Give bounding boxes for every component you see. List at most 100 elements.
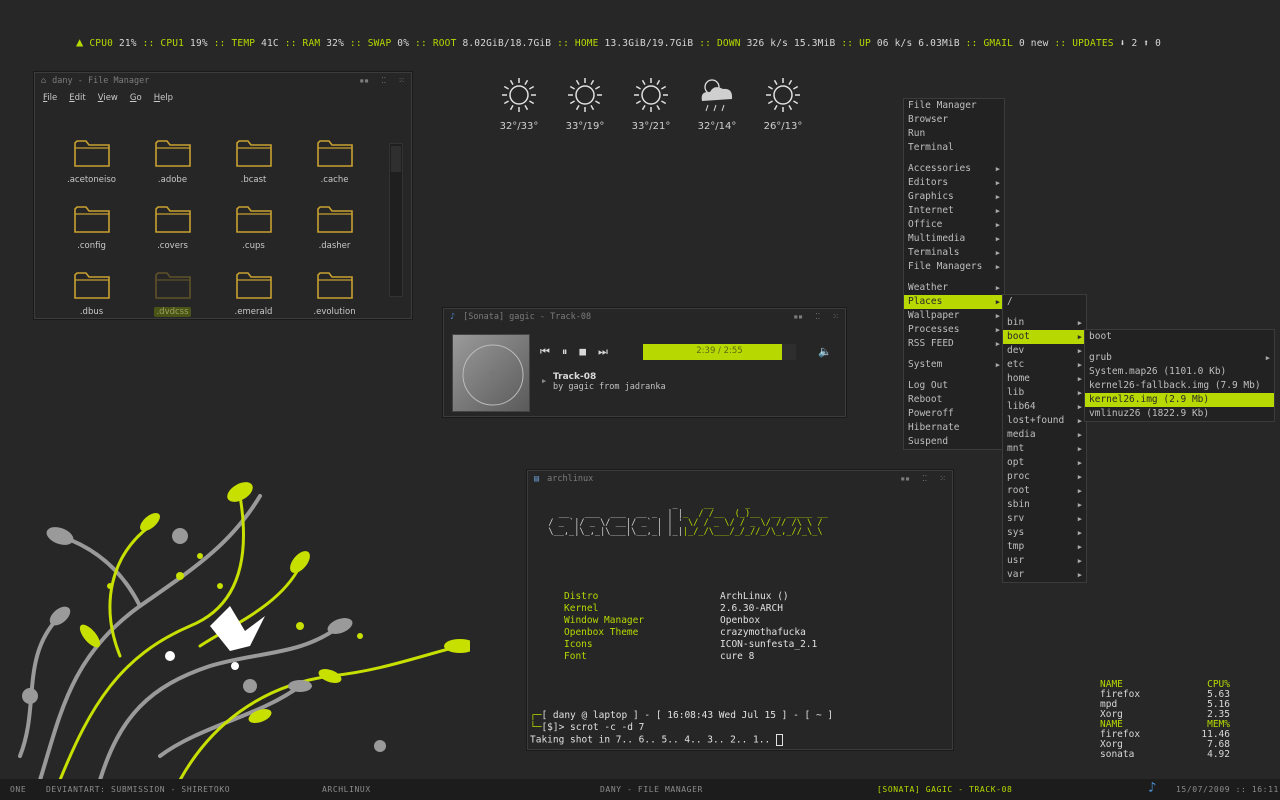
close-icon[interactable]: ⁙ bbox=[832, 312, 839, 321]
folder-item[interactable]: .evolution bbox=[294, 267, 375, 317]
menu-item[interactable]: File Manager bbox=[904, 99, 1004, 113]
menu-item[interactable]: boot bbox=[1085, 330, 1274, 344]
menu-item[interactable]: Weather ▶ bbox=[904, 281, 1004, 295]
folder-item[interactable]: .covers bbox=[132, 201, 213, 251]
file-manager-window[interactable]: ⌂ dany - File Manager ▪▪ ⁚⁚ ⁙ File Edit Vi… bbox=[34, 72, 412, 319]
menu-item[interactable]: proc ▶ bbox=[1003, 470, 1086, 484]
folder-item[interactable]: .emerald bbox=[213, 267, 294, 317]
folder-item[interactable]: .cache bbox=[294, 135, 375, 185]
sonata-window[interactable]: ♪ [Sonata] gagic - Track-08 ▪▪ ⁚⁚ ⁙ ⏮ ⏸ … bbox=[443, 308, 846, 417]
menu-item[interactable]: Multimedia ▶ bbox=[904, 232, 1004, 246]
menu-item[interactable]: opt ▶ bbox=[1003, 456, 1086, 470]
menu-item[interactable]: usr ▶ bbox=[1003, 554, 1086, 568]
menu-item[interactable]: etc ▶ bbox=[1003, 358, 1086, 372]
menu-item[interactable]: / bbox=[1003, 295, 1086, 309]
pause-button[interactable]: ⏸ bbox=[562, 345, 568, 359]
menu-item[interactable]: lost+found ▶ bbox=[1003, 414, 1086, 428]
scrollbar[interactable] bbox=[389, 143, 403, 297]
folder-item[interactable]: .dvdcss bbox=[132, 267, 213, 317]
menu-item[interactable]: sys ▶ bbox=[1003, 526, 1086, 540]
scrollbar-thumb[interactable] bbox=[391, 146, 401, 172]
menu-item[interactable]: lib ▶ bbox=[1003, 386, 1086, 400]
menu-item[interactable]: kernel26.img (2.9 Mb) bbox=[1085, 393, 1274, 407]
menu-item[interactable]: mnt ▶ bbox=[1003, 442, 1086, 456]
terminal-window[interactable]: ▤ archlinux ▪▪ ⁚⁚ ⁙ _ __ _ __ ___ ___ __… bbox=[527, 470, 953, 750]
menu-item[interactable]: Suspend bbox=[904, 435, 1004, 449]
stop-button[interactable]: ■ bbox=[579, 345, 586, 359]
menu-item[interactable]: Poweroff bbox=[904, 407, 1004, 421]
menu-item[interactable]: Internet ▶ bbox=[904, 204, 1004, 218]
menu-item[interactable]: dev ▶ bbox=[1003, 344, 1086, 358]
menu-item[interactable]: kernel26-fallback.img (7.9 Mb) bbox=[1085, 379, 1274, 393]
menu-help[interactable]: Help bbox=[154, 93, 173, 103]
volume-icon[interactable]: 🔈 bbox=[818, 345, 832, 358]
menu-item[interactable]: Terminals ▶ bbox=[904, 246, 1004, 260]
menu-item[interactable]: home ▶ bbox=[1003, 372, 1086, 386]
desktop-name[interactable]: ONE bbox=[10, 785, 26, 794]
openbox-root-menu[interactable]: File Manager Browser Run Terminal Accessorie… bbox=[903, 98, 1005, 450]
previous-track-button[interactable]: ⏮ bbox=[540, 345, 550, 359]
folder-item[interactable]: .bcast bbox=[213, 135, 294, 185]
menu-go[interactable]: Go bbox=[130, 93, 142, 103]
menu-item[interactable]: Terminal bbox=[904, 141, 1004, 155]
menu-item[interactable]: Reboot bbox=[904, 393, 1004, 407]
menu-item[interactable]: Editors ▶ bbox=[904, 176, 1004, 190]
terminal-titlebar[interactable]: ▤ archlinux ▪▪ ⁚⁚ ⁙ bbox=[528, 471, 952, 487]
menu-item[interactable]: Office ▶ bbox=[904, 218, 1004, 232]
expander-arrow-icon[interactable]: ▶ bbox=[542, 377, 546, 385]
menu-item[interactable]: Log Out bbox=[904, 379, 1004, 393]
menu-view[interactable]: View bbox=[98, 93, 118, 103]
menu-edit[interactable]: Edit bbox=[69, 93, 85, 103]
menu-item[interactable]: Wallpaper ▶ bbox=[904, 309, 1004, 323]
sonata-titlebar[interactable]: ♪ [Sonata] gagic - Track-08 ▪▪ ⁚⁚ ⁙ bbox=[444, 309, 845, 325]
task-deviantart[interactable]: DEVIANTART: SUBMISSION - SHIRETOKO bbox=[46, 785, 230, 794]
folder-item[interactable]: .adobe bbox=[132, 135, 213, 185]
menu-item[interactable]: RSS FEED ▶ bbox=[904, 337, 1004, 351]
close-icon[interactable]: ⁙ bbox=[939, 474, 946, 483]
minimize-icon[interactable]: ▪▪ bbox=[359, 76, 369, 85]
menu-item[interactable]: var ▶ bbox=[1003, 568, 1086, 582]
folder-item[interactable]: .config bbox=[51, 201, 132, 251]
menu-item[interactable]: Run bbox=[904, 127, 1004, 141]
menu-item[interactable]: root ▶ bbox=[1003, 484, 1086, 498]
menu-item[interactable]: boot ▶ bbox=[1003, 330, 1086, 344]
menu-file[interactable]: File bbox=[43, 93, 57, 103]
minimize-icon[interactable]: ▪▪ bbox=[793, 312, 803, 321]
folder-item[interactable]: .dasher bbox=[294, 201, 375, 251]
folder-item[interactable]: .acetoneiso bbox=[51, 135, 132, 185]
menu-item[interactable]: bin ▶ bbox=[1003, 316, 1086, 330]
menu-item[interactable]: Hibernate bbox=[904, 421, 1004, 435]
progress-bar[interactable]: 2:39 / 2:55 bbox=[643, 344, 796, 360]
boot-submenu[interactable]: boot grub ▶ System.map26 (1101.0 Kb) kernel2… bbox=[1084, 329, 1275, 422]
menu-item[interactable]: grub ▶ bbox=[1085, 351, 1274, 365]
task-file-manager[interactable]: DANY - FILE MANAGER bbox=[600, 785, 703, 794]
menu-item[interactable]: System.map26 (1101.0 Kb) bbox=[1085, 365, 1274, 379]
maximize-icon[interactable]: ⁚⁚ bbox=[381, 76, 386, 85]
next-track-button[interactable]: ⏭ bbox=[598, 345, 608, 359]
menu-item[interactable]: File Managers ▶ bbox=[904, 260, 1004, 274]
minimize-icon[interactable]: ▪▪ bbox=[900, 474, 910, 483]
menu-item[interactable]: Places ▶ bbox=[904, 295, 1004, 309]
shell-prompt[interactable]: ┌─[ dany @ laptop ] - [ 16:08:43 Wed Jul… bbox=[530, 710, 833, 747]
menu-item[interactable]: media ▶ bbox=[1003, 428, 1086, 442]
menu-item[interactable]: Browser bbox=[904, 113, 1004, 127]
menu-item[interactable]: vmlinuz26 (1822.9 Kb) bbox=[1085, 407, 1274, 421]
menu-item[interactable]: Accessories ▶ bbox=[904, 162, 1004, 176]
maximize-icon[interactable]: ⁚⁚ bbox=[922, 474, 927, 483]
menu-item[interactable]: System ▶ bbox=[904, 358, 1004, 372]
maximize-icon[interactable]: ⁚⁚ bbox=[815, 312, 820, 321]
menu-item[interactable]: srv ▶ bbox=[1003, 512, 1086, 526]
menu-item[interactable]: Graphics ▶ bbox=[904, 190, 1004, 204]
folder-item[interactable]: .cups bbox=[213, 201, 294, 251]
close-icon[interactable]: ⁙ bbox=[398, 76, 405, 85]
task-sonata[interactable]: [SONATA] GAGIC - TRACK-08 bbox=[877, 785, 1012, 794]
menu-item[interactable]: lib64 ▶ bbox=[1003, 400, 1086, 414]
music-note-icon[interactable]: ♪ bbox=[1148, 780, 1157, 796]
folder-item[interactable]: .dbus bbox=[51, 267, 132, 317]
file-manager-titlebar[interactable]: ⌂ dany - File Manager ▪▪ ⁚⁚ ⁙ bbox=[35, 73, 411, 89]
menu-item[interactable]: Processes ▶ bbox=[904, 323, 1004, 337]
task-archlinux[interactable]: ARCHLINUX bbox=[322, 785, 371, 794]
menu-item[interactable]: tmp ▶ bbox=[1003, 540, 1086, 554]
places-submenu[interactable]: / bin ▶ boot ▶ dev ▶ etc ▶ home ▶ lib ▶ lib64 ▶ lost+fo… bbox=[1002, 294, 1087, 583]
menu-item[interactable]: sbin ▶ bbox=[1003, 498, 1086, 512]
